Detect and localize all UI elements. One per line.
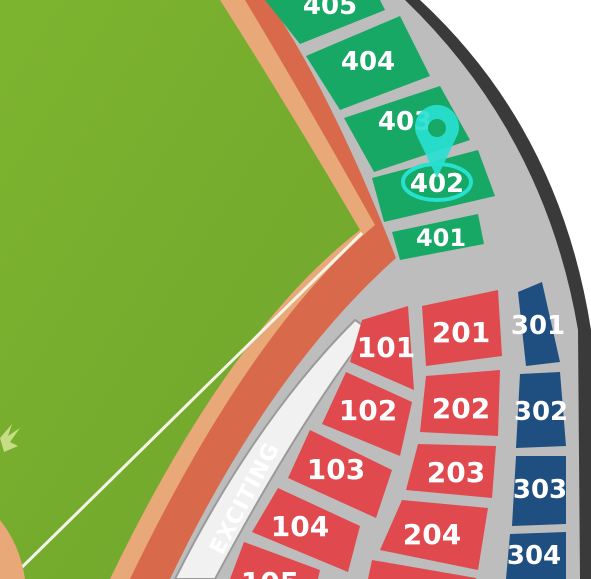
section-401-label: 401	[416, 224, 466, 252]
section-105-label: 105	[241, 566, 299, 579]
section-201-label: 201	[432, 316, 490, 349]
section-303[interactable]: 303	[512, 456, 567, 526]
section-404-label: 404	[341, 47, 395, 77]
section-102-label: 102	[339, 394, 397, 427]
section-202[interactable]: 202	[420, 370, 500, 436]
section-204-label: 204	[403, 518, 461, 551]
stadium-seat-map: EXCITING 405 404 403 402 401 101 102 103	[0, 0, 591, 579]
seat-map-svg: EXCITING 405 404 403 402 401 101 102 103	[0, 0, 591, 579]
section-203-label: 203	[427, 456, 485, 489]
section-202-label: 202	[432, 392, 490, 425]
section-103-label: 103	[307, 453, 365, 486]
section-301-label: 301	[511, 311, 565, 341]
section-101-label: 101	[357, 331, 415, 364]
section-405-label: 405	[303, 0, 357, 21]
section-303-label: 303	[513, 475, 567, 505]
section-302-label: 302	[514, 397, 568, 427]
section-304[interactable]: 304	[506, 532, 566, 579]
section-203[interactable]: 203	[406, 444, 496, 498]
section-104-label: 104	[271, 510, 329, 543]
section-302[interactable]: 302	[514, 372, 568, 448]
section-304-label: 304	[507, 541, 561, 571]
